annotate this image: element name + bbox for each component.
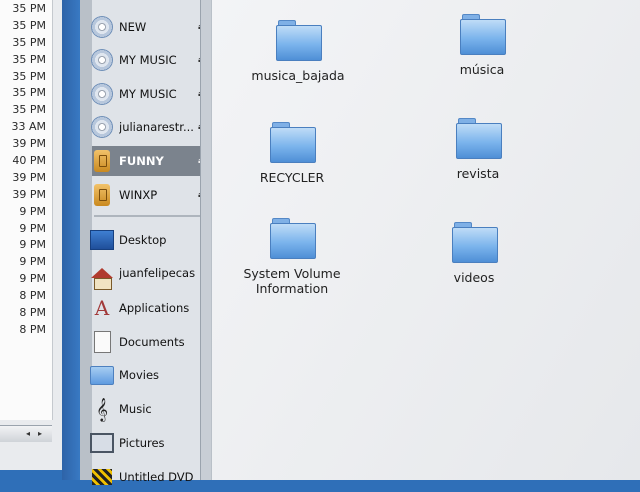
folder-item[interactable]: musica_bajada — [228, 20, 368, 83]
time-cell: 39 PM — [12, 170, 46, 184]
sidebar-item-label: juanfelipecast... — [119, 266, 195, 280]
folder-name: musica_bajada — [251, 68, 345, 83]
usb-drive-icon — [90, 149, 114, 173]
time-cell: 9 PM — [19, 238, 46, 252]
sidebar-item-movies[interactable]: Movies — [90, 360, 210, 390]
folder-item[interactable]: RECYCLER — [222, 122, 362, 185]
music-note-icon: 𝄞 — [96, 397, 108, 421]
time-cell: 35 PM — [12, 2, 46, 15]
time-cell: 8 PM — [19, 322, 46, 336]
folder-item[interactable]: videos — [404, 222, 544, 285]
cd-icon — [90, 115, 114, 139]
folder-icon — [276, 20, 322, 61]
time-cell: 9 PM — [19, 204, 46, 218]
sidebar-item-label: WINXP — [119, 188, 158, 202]
sidebar-item-home[interactable]: juanfelipecast... — [90, 258, 210, 290]
sidebar-item-pictures[interactable]: Pictures — [90, 428, 210, 458]
icon-view: musica_bajada música RECYCLER revista Sy… — [212, 0, 640, 480]
folder-icon — [270, 218, 316, 259]
sidebar-item-untitled-dvd[interactable]: Untitled DVD — [92, 462, 210, 492]
sidebar-item-label: Movies — [119, 368, 160, 382]
time-cell: 39 PM — [12, 187, 46, 201]
document-icon — [90, 330, 114, 354]
folder-name: videos — [453, 270, 495, 285]
desktop-icon — [90, 228, 114, 252]
time-cell: 35 PM — [12, 35, 46, 49]
time-cell: 35 PM — [12, 18, 46, 32]
home-icon — [90, 261, 114, 290]
folder-name: System Volume Information — [243, 266, 341, 296]
picture-icon — [90, 431, 114, 455]
sidebar-item-label: Documents — [119, 335, 185, 349]
sidebar-item-desktop[interactable]: Desktop — [90, 225, 210, 255]
applications-icon: A — [94, 296, 110, 320]
time-cell: 40 PM — [12, 154, 46, 168]
folder-name: revista — [456, 166, 500, 181]
sidebar-volume-my-music[interactable]: MY MUSIC ⏏ — [90, 45, 210, 75]
time-cell: 8 PM — [19, 289, 46, 303]
cd-icon — [90, 48, 114, 72]
sidebar-item-music[interactable]: 𝄞 Music — [92, 394, 210, 424]
folder-name: RECYCLER — [259, 170, 325, 185]
folder-item[interactable]: revista — [408, 118, 548, 181]
sidebar-item-documents[interactable]: Documents — [92, 327, 210, 357]
folder-item[interactable]: música — [412, 14, 552, 77]
folder-icon — [90, 363, 114, 387]
sidebar-volume-funny[interactable]: FUNNY ⏏ — [92, 146, 210, 176]
sidebar-item-label: FUNNY — [119, 154, 164, 168]
sidebar-volume-new[interactable]: NEW ⏏ — [90, 12, 210, 42]
time-list: 35 PM 35 PM 35 PM 35 PM 35 PM 35 PM 35 P… — [0, 0, 53, 420]
time-cell: 33 AM — [11, 120, 46, 134]
sidebar-item-label: Music — [119, 402, 152, 416]
time-cell: 9 PM — [19, 221, 46, 235]
dvd-icon — [90, 465, 114, 489]
sidebar-volume-julianarestr[interactable]: julianarestr... ⏏ — [90, 112, 210, 142]
sidebar-splitter[interactable] — [200, 0, 211, 480]
sidebar-volume-winxp[interactable]: WINXP ⏏ — [92, 180, 210, 210]
sidebar-item-label: Pictures — [119, 436, 165, 450]
time-cell: 35 PM — [12, 52, 46, 66]
folder-item[interactable]: System Volume Information — [222, 218, 362, 296]
time-cell: 35 PM — [12, 103, 46, 117]
folder-icon — [460, 14, 506, 55]
sidebar-item-label: Untitled DVD — [119, 470, 194, 484]
scroll-right-icon[interactable]: ▸ — [38, 429, 42, 438]
folder-icon — [456, 118, 502, 159]
time-cell: 9 PM — [19, 255, 46, 269]
sidebar-item-label: NEW — [119, 20, 147, 34]
sidebar-divider — [94, 215, 206, 217]
time-cell: 8 PM — [19, 306, 46, 320]
horizontal-scrollbar[interactable]: ◂ ▸ — [0, 425, 52, 442]
sidebar-item-label: MY MUSIC — [119, 87, 177, 101]
sidebar-item-label: MY MUSIC — [119, 53, 177, 67]
sidebar-item-label: julianarestr... — [119, 120, 194, 134]
folder-name: música — [459, 62, 505, 77]
folder-icon — [270, 122, 316, 163]
folder-icon — [452, 222, 498, 263]
background-window: 35 PM 35 PM 35 PM 35 PM 35 PM 35 PM 35 P… — [0, 0, 63, 470]
desktop-background — [62, 0, 82, 480]
sidebar-item-label: Desktop — [119, 233, 167, 247]
sidebar-item-label: Applications — [119, 301, 190, 315]
sidebar-volume-my-music-2[interactable]: MY MUSIC ⏏ — [90, 79, 210, 109]
time-cell: 39 PM — [12, 137, 46, 151]
time-cell: 35 PM — [12, 86, 46, 100]
usb-drive-icon — [90, 183, 114, 207]
cd-icon — [90, 15, 114, 39]
sidebar-item-applications[interactable]: A Applications — [92, 293, 210, 323]
time-cell: 35 PM — [12, 69, 46, 83]
cd-icon — [90, 82, 114, 106]
time-cell: 9 PM — [19, 272, 46, 286]
scroll-left-icon[interactable]: ◂ — [26, 429, 30, 438]
